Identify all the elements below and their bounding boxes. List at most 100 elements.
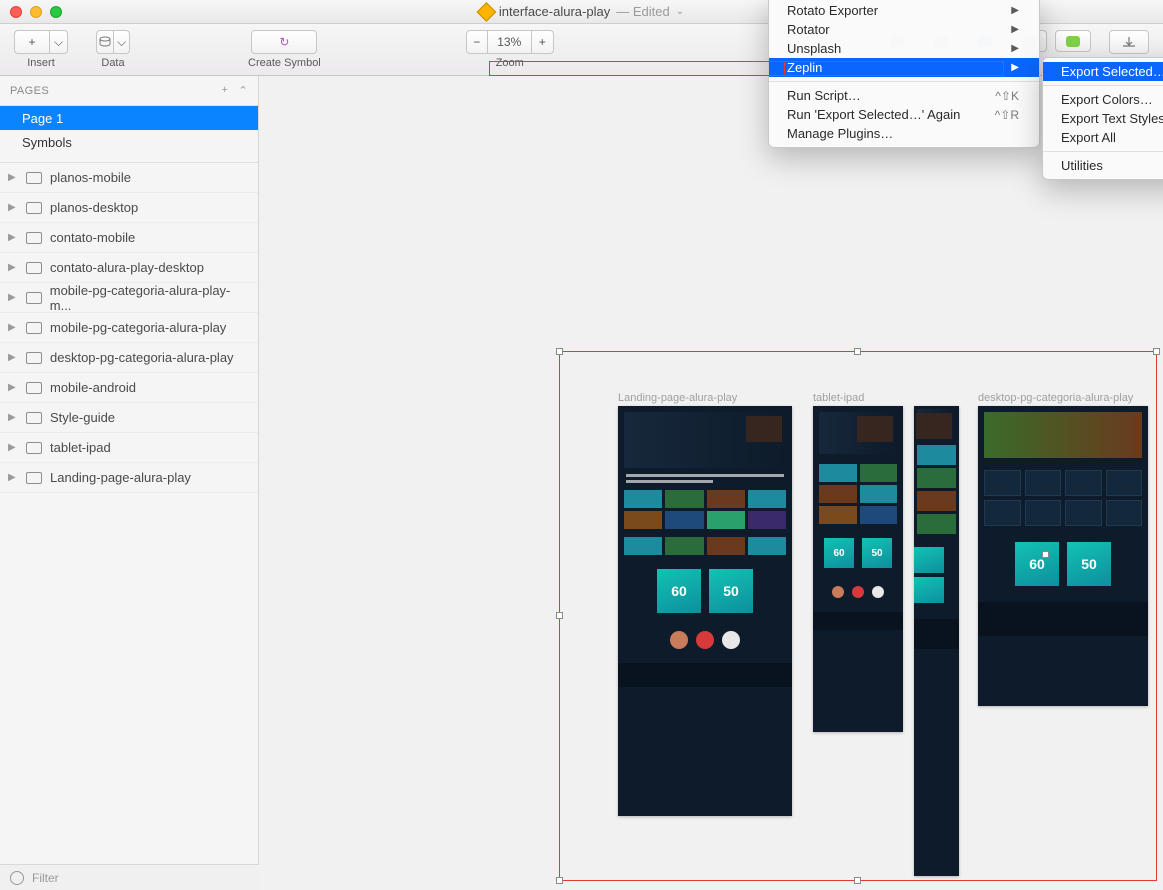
- disclosure-triangle-icon[interactable]: ▶: [8, 172, 18, 183]
- layer-label: desktop-pg-categoria-alura-play: [50, 350, 234, 365]
- pages-header: PAGES + ⌃: [0, 76, 258, 106]
- layer-item[interactable]: ▶ mobile-android: [0, 373, 258, 403]
- layer-item[interactable]: ▶contato-alura-play-desktop: [0, 253, 258, 283]
- disclosure-triangle-icon[interactable]: ▶: [8, 352, 18, 363]
- layer-item[interactable]: ▶mobile-pg-categoria-alura-play-m...: [0, 283, 258, 313]
- menu-item-utilities[interactable]: Utilities ▶: [1043, 156, 1163, 175]
- artboard-label-2[interactable]: tablet-ipad: [813, 392, 864, 404]
- shortcut-label: ^⇧K: [995, 89, 1019, 103]
- menu-item[interactable]: Manage Plugins…: [769, 124, 1039, 143]
- layer-item[interactable]: ▶ desktop-pg-categoria-alura-play: [0, 343, 258, 373]
- create-symbol-button[interactable]: ↻: [251, 30, 317, 54]
- document-title[interactable]: interface-alura-play — Edited ⌄: [479, 4, 684, 19]
- selection-handle-bc[interactable]: [854, 877, 861, 884]
- submenu-arrow-icon: ▶: [1011, 5, 1019, 16]
- layer-label: mobile-android: [50, 380, 136, 395]
- submenu-arrow-icon: ▶: [1011, 24, 1019, 35]
- layer-item[interactable]: ▶ Style-guide: [0, 403, 258, 433]
- zoom-window-button[interactable]: [50, 6, 62, 18]
- submenu-arrow-icon: ▶: [1011, 43, 1019, 54]
- filter-placeholder[interactable]: Filter: [32, 871, 59, 885]
- artboard-desktop-categoria[interactable]: 60 50: [978, 406, 1148, 706]
- artboard-landing[interactable]: 60 50: [618, 406, 792, 816]
- zeplin-submenu: Export Selected… ^⌘E Export Colors…Expor…: [1042, 57, 1163, 180]
- layer-label: tablet-ipad: [50, 440, 111, 455]
- layers-panel: ▶planos-mobile▶planos-desktop▶contato-mo…: [0, 163, 258, 890]
- document-name: interface-alura-play: [499, 4, 610, 19]
- disclosure-triangle-icon[interactable]: ▶: [8, 322, 18, 333]
- minimize-window-button[interactable]: [30, 6, 42, 18]
- data-label: Data: [101, 57, 124, 69]
- layer-item[interactable]: ▶ tablet-ipad: [0, 433, 258, 463]
- layer-item[interactable]: ▶mobile-pg-categoria-alura-play: [0, 313, 258, 343]
- artboard-icon: [26, 322, 42, 334]
- artboard-icon: [26, 412, 42, 424]
- menu-item[interactable]: Run Script…^⇧K: [769, 86, 1039, 105]
- disclosure-triangle-icon[interactable]: ▶: [8, 292, 18, 303]
- zoom-value[interactable]: 13%: [488, 30, 532, 54]
- page-item-symbols[interactable]: Symbols: [0, 130, 258, 154]
- close-window-button[interactable]: [10, 6, 22, 18]
- menu-item[interactable]: Rotato Exporter▶: [769, 1, 1039, 20]
- disclosure-triangle-icon[interactable]: ▶: [8, 382, 18, 393]
- left-sidebar: PAGES + ⌃ Page 1 Symbols ▶planos-mobile▶…: [0, 76, 259, 890]
- sketch-file-icon: [476, 2, 496, 22]
- layer-item[interactable]: ▶planos-desktop: [0, 193, 258, 223]
- insert-dropdown[interactable]: ⌵: [50, 30, 68, 54]
- data-dropdown[interactable]: ⌵: [114, 30, 130, 54]
- artboard-mobile[interactable]: [914, 406, 959, 876]
- data-button[interactable]: [96, 30, 114, 54]
- toolbar-color-5[interactable]: [1055, 30, 1091, 52]
- artboard-icon: [26, 262, 42, 274]
- plan-price-2: 50: [723, 583, 739, 599]
- selection-handle-tl[interactable]: [556, 348, 563, 355]
- add-page-button[interactable]: +: [222, 84, 229, 97]
- disclosure-triangle-icon[interactable]: ▶: [8, 412, 18, 423]
- layer-label: planos-mobile: [50, 170, 131, 185]
- zoom-out-button[interactable]: −: [466, 30, 488, 54]
- selection-handle-mr[interactable]: [1042, 551, 1049, 558]
- selection-handle-tc[interactable]: [854, 348, 861, 355]
- menu-item[interactable]: Export Text Styles…: [1043, 109, 1163, 128]
- insert-button[interactable]: +: [14, 30, 50, 54]
- menu-item[interactable]: Export All▶: [1043, 128, 1163, 147]
- artboard-tablet[interactable]: 60 50: [813, 406, 903, 732]
- layer-item[interactable]: ▶ contato-mobile: [0, 223, 258, 253]
- disclosure-triangle-icon[interactable]: ▶: [8, 202, 18, 213]
- layer-label: Style-guide: [50, 410, 115, 425]
- menu-separator: [769, 81, 1039, 82]
- selection-handle-tr[interactable]: [1153, 348, 1160, 355]
- canvas[interactable]: Landing-page-alura-play tablet-ipad desk…: [259, 76, 1163, 890]
- zoom-in-button[interactable]: +: [532, 30, 554, 54]
- page-item-page1[interactable]: Page 1: [0, 106, 258, 130]
- artboard-icon: [26, 472, 42, 484]
- layer-item[interactable]: ▶ Landing-page-alura-play: [0, 463, 258, 493]
- create-symbol-label: Create Symbol: [248, 57, 321, 69]
- menu-item[interactable]: Unsplash▶: [769, 39, 1039, 58]
- menu-item[interactable]: Run 'Export Selected…' Again^⇧R: [769, 105, 1039, 124]
- disclosure-triangle-icon[interactable]: ▶: [8, 232, 18, 243]
- disclosure-triangle-icon[interactable]: ▶: [8, 472, 18, 483]
- artboard-label-4[interactable]: desktop-pg-categoria-alura-play: [978, 392, 1133, 404]
- menu-item-zeplin[interactable]: Zeplin ▶: [769, 58, 1039, 77]
- disclosure-triangle-icon[interactable]: ▶: [8, 442, 18, 453]
- plugins-menu: Rotato Exporter▶Rotator▶Unsplash▶ Zeplin…: [768, 0, 1040, 148]
- layer-item[interactable]: ▶ planos-mobile: [0, 163, 258, 193]
- layer-label: Landing-page-alura-play: [50, 470, 191, 485]
- menu-separator: [1043, 85, 1163, 86]
- artboard-label-1[interactable]: Landing-page-alura-play: [618, 392, 737, 404]
- menu-item[interactable]: Rotator▶: [769, 20, 1039, 39]
- selection-handle-bl[interactable]: [556, 877, 563, 884]
- menu-item-export-selected[interactable]: Export Selected… ^⌘E: [1043, 62, 1163, 81]
- selection-handle-ml[interactable]: [556, 612, 563, 619]
- layer-label: contato-mobile: [50, 230, 135, 245]
- filter-scope-icon[interactable]: [10, 871, 24, 885]
- menu-item[interactable]: Export Colors…: [1043, 90, 1163, 109]
- zoom-label: Zoom: [496, 57, 524, 69]
- artboard-icon: [26, 202, 42, 214]
- disclosure-triangle-icon[interactable]: ▶: [8, 262, 18, 273]
- collapse-pages-button[interactable]: ⌃: [238, 84, 248, 97]
- insert-label: Insert: [27, 57, 55, 69]
- artboard-icon: [26, 172, 42, 184]
- flatten-button[interactable]: [1109, 30, 1149, 54]
